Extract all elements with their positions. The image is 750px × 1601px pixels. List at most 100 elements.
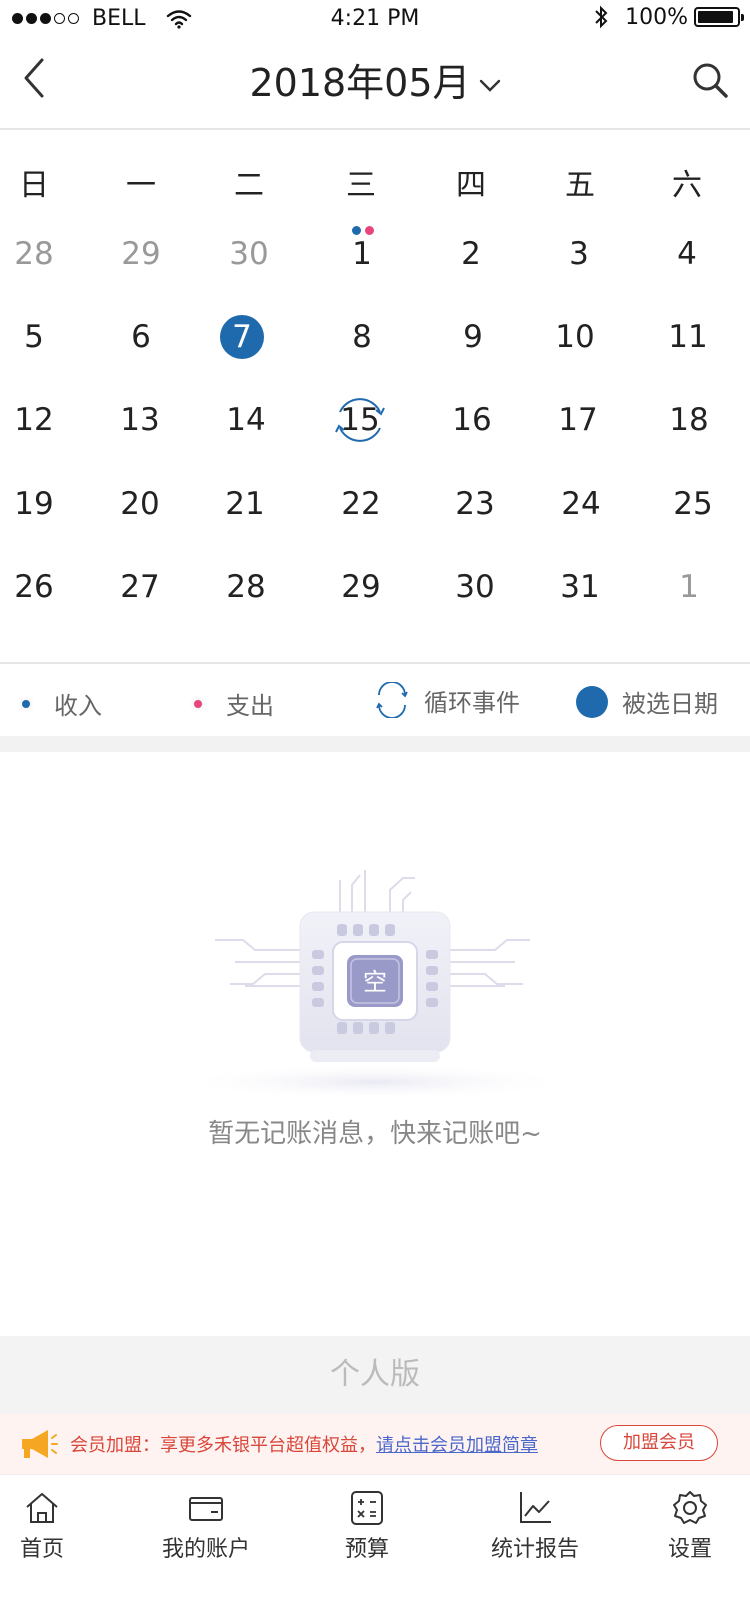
calendar-day[interactable]: 28: [0, 212, 84, 296]
calendar-day[interactable]: 25: [643, 462, 743, 546]
day-number: 27: [120, 569, 160, 605]
day-number: 26: [14, 569, 54, 605]
month-picker[interactable]: 2018年05月: [0, 52, 750, 107]
tab-label: 预算: [344, 1537, 389, 1562]
calendar-day[interactable]: 13: [90, 378, 190, 462]
day-number: 9: [463, 319, 483, 355]
income-dot-icon: [22, 699, 30, 708]
day-number: 10: [555, 319, 595, 355]
day-number: 30: [455, 569, 495, 605]
day-number: 17: [558, 402, 598, 438]
legend-recurring: 循环事件: [374, 682, 520, 718]
calendar-day-selected[interactable]: 7: [192, 295, 292, 379]
status-right: 100%: [593, 4, 744, 30]
weekday-label: 二: [234, 168, 264, 203]
tab-statistics[interactable]: 统计报告: [460, 1489, 610, 1563]
calendar-day[interactable]: 16: [422, 378, 522, 462]
calendar-day[interactable]: 27: [90, 545, 190, 629]
calendar-day[interactable]: 2: [421, 212, 521, 296]
calendar-day[interactable]: 30: [425, 545, 525, 629]
calendar-day[interactable]: 20: [90, 462, 190, 546]
tab-home[interactable]: 首页: [0, 1489, 117, 1563]
income-marker: [352, 226, 361, 235]
day-number: 31: [560, 569, 600, 605]
calendar-day[interactable]: 17: [528, 378, 628, 462]
tab-label: 我的账户: [161, 1537, 250, 1562]
tab-budget[interactable]: 预算: [292, 1489, 442, 1563]
calendar-day[interactable]: 24: [531, 462, 631, 546]
calendar-day[interactable]: 5: [0, 295, 84, 379]
day-number: 29: [121, 236, 161, 272]
member-promo: 会员加盟：享更多禾银平台超值权益，请点击会员加盟简章: [70, 1431, 538, 1457]
calendar-day[interactable]: 9: [423, 295, 523, 379]
day-number: 11: [668, 319, 708, 355]
edition-label: 个人版: [0, 1336, 750, 1414]
day-number: 28: [14, 236, 54, 272]
day-number: 3: [569, 236, 589, 272]
day-number: 22: [341, 486, 381, 522]
calendar-day[interactable]: 22: [311, 462, 411, 546]
calendar-day[interactable]: 1: [312, 212, 412, 296]
member-guide-link[interactable]: 请点击会员加盟简章: [376, 1435, 538, 1456]
day-number: 30: [229, 236, 269, 272]
legend-label: 支出: [226, 692, 274, 720]
calendar-day[interactable]: 23: [425, 462, 525, 546]
weekday-header: 日 一 二 三 四 五 六: [0, 160, 750, 204]
calendar-day[interactable]: 26: [0, 545, 84, 629]
weekday-label: 五: [565, 168, 595, 203]
expense-marker: [365, 226, 374, 235]
calendar-day[interactable]: 11: [638, 295, 738, 379]
calendar-day[interactable]: 4: [637, 212, 737, 296]
calendar-day[interactable]: 10: [525, 295, 625, 379]
tab-my-accounts[interactable]: 我的账户: [131, 1489, 281, 1563]
section-separator: [0, 736, 750, 752]
calendar-day[interactable]: 8: [312, 295, 412, 379]
status-bar: BELL 4:21 PM 100%: [0, 0, 750, 36]
calendar-day[interactable]: 14: [196, 378, 296, 462]
day-number: 15: [340, 402, 380, 438]
megaphone-icon: [22, 1430, 58, 1458]
calendar-day[interactable]: 28: [196, 545, 296, 629]
legend-expense: 支出: [194, 686, 274, 721]
page-title: 2018年05月: [249, 61, 471, 105]
day-number: 14: [226, 402, 266, 438]
day-number: 6: [131, 319, 151, 355]
calendar-day[interactable]: 6: [91, 295, 191, 379]
tab-settings[interactable]: 设置: [615, 1489, 750, 1563]
selected-dot-icon: [576, 685, 608, 718]
calendar-day[interactable]: 30: [199, 212, 299, 296]
calendar-day[interactable]: 3: [529, 212, 629, 296]
chart-icon: [520, 1492, 551, 1523]
calendar-day[interactable]: 1: [639, 545, 739, 629]
calendar-day[interactable]: 19: [0, 462, 84, 546]
day-number: 12: [14, 402, 54, 438]
calendar-day[interactable]: 31: [530, 545, 630, 629]
day-number: 21: [225, 486, 265, 522]
join-member-button[interactable]: 加盟会员: [600, 1425, 718, 1461]
day-number: 16: [452, 402, 492, 438]
member-banner: 会员加盟：享更多禾银平台超值权益，请点击会员加盟简章 加盟会员: [0, 1414, 750, 1474]
calendar-day[interactable]: 18: [639, 378, 739, 462]
day-number: 28: [226, 569, 266, 605]
wallet-icon: [189, 1497, 223, 1521]
legend-label: 循环事件: [424, 688, 520, 717]
calendar-day[interactable]: 12: [0, 378, 84, 462]
home-icon: [26, 1493, 58, 1523]
calendar-legend: 收入 支出 循环事件 被选日期: [0, 672, 750, 736]
day-number: 20: [120, 486, 160, 522]
calendar-day[interactable]: 21: [195, 462, 295, 546]
weekday-label: 六: [672, 168, 702, 203]
chevron-down-icon: [479, 79, 500, 92]
recurring-icon: [376, 682, 408, 718]
calendar-day-recurring[interactable]: 15: [310, 378, 410, 462]
tab-bar: 首页 我的账户 预算 统计报告 设置: [0, 1474, 750, 1601]
divider: [0, 662, 750, 664]
day-number: 19: [14, 486, 54, 522]
search-icon[interactable]: [690, 60, 730, 100]
legend-label: 被选日期: [622, 690, 718, 718]
calendar-day[interactable]: 29: [311, 545, 411, 629]
legend-selected: 被选日期: [576, 684, 718, 719]
weekday-label: 四: [456, 168, 486, 203]
calendar-day[interactable]: 29: [91, 212, 191, 296]
day-number: 4: [677, 236, 697, 272]
